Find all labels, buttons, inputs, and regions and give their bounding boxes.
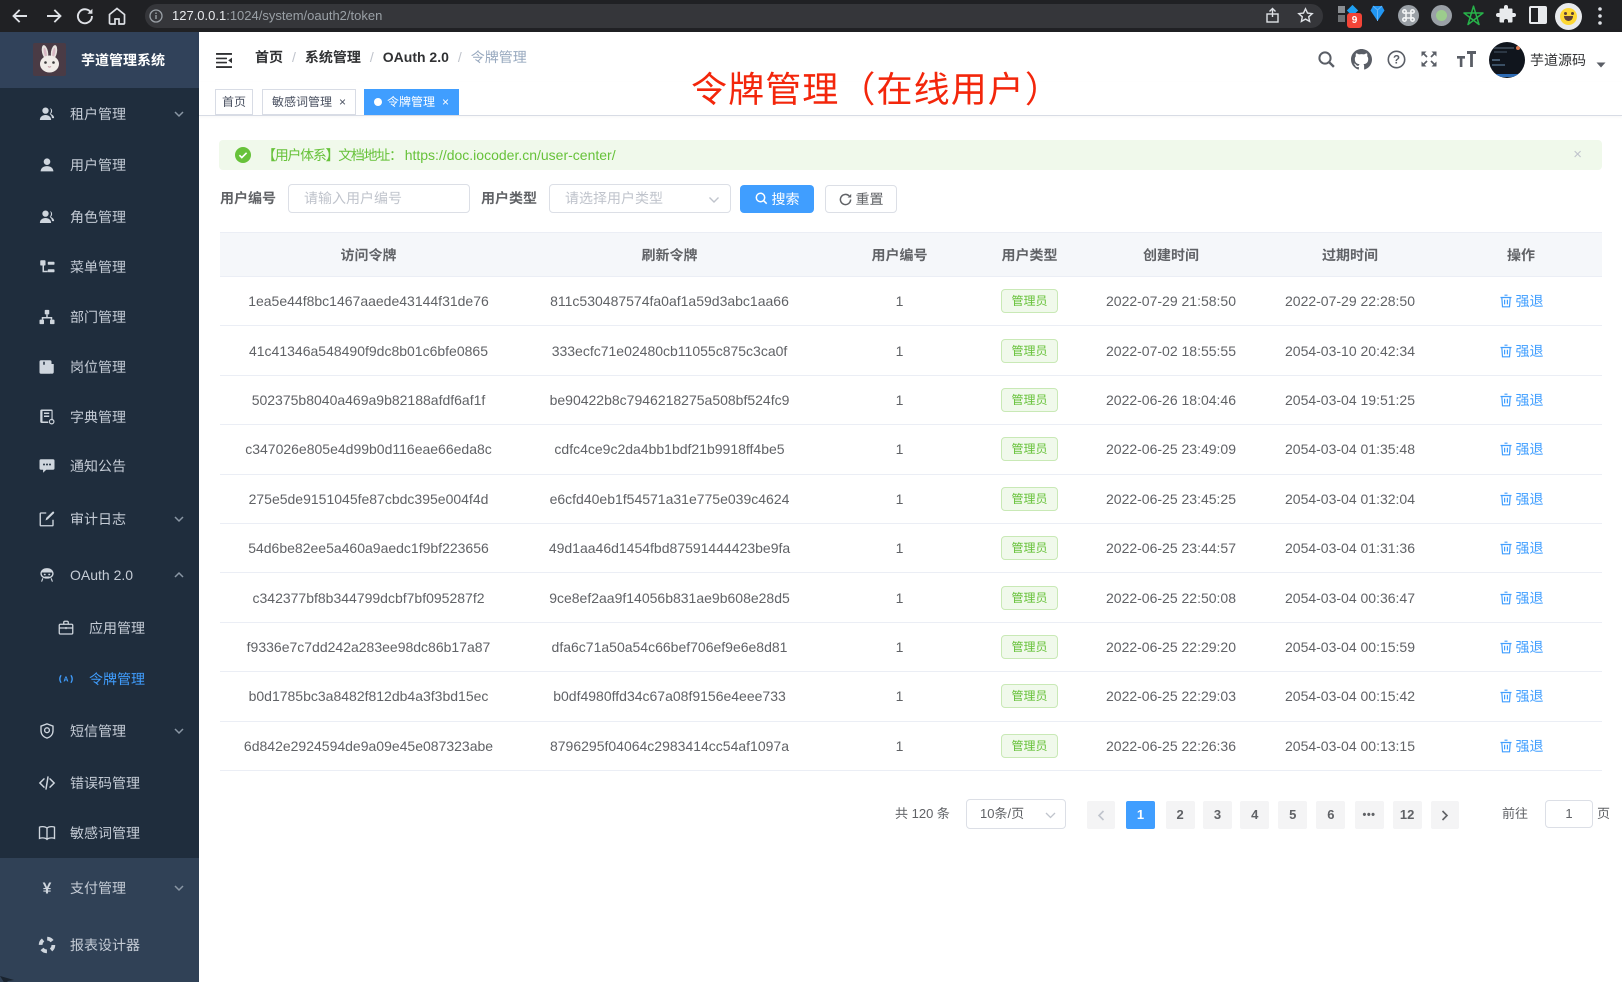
svg-text:A: A	[63, 675, 68, 683]
svg-text:¥: ¥	[43, 880, 52, 897]
svg-text:?: ?	[1393, 55, 1400, 67]
